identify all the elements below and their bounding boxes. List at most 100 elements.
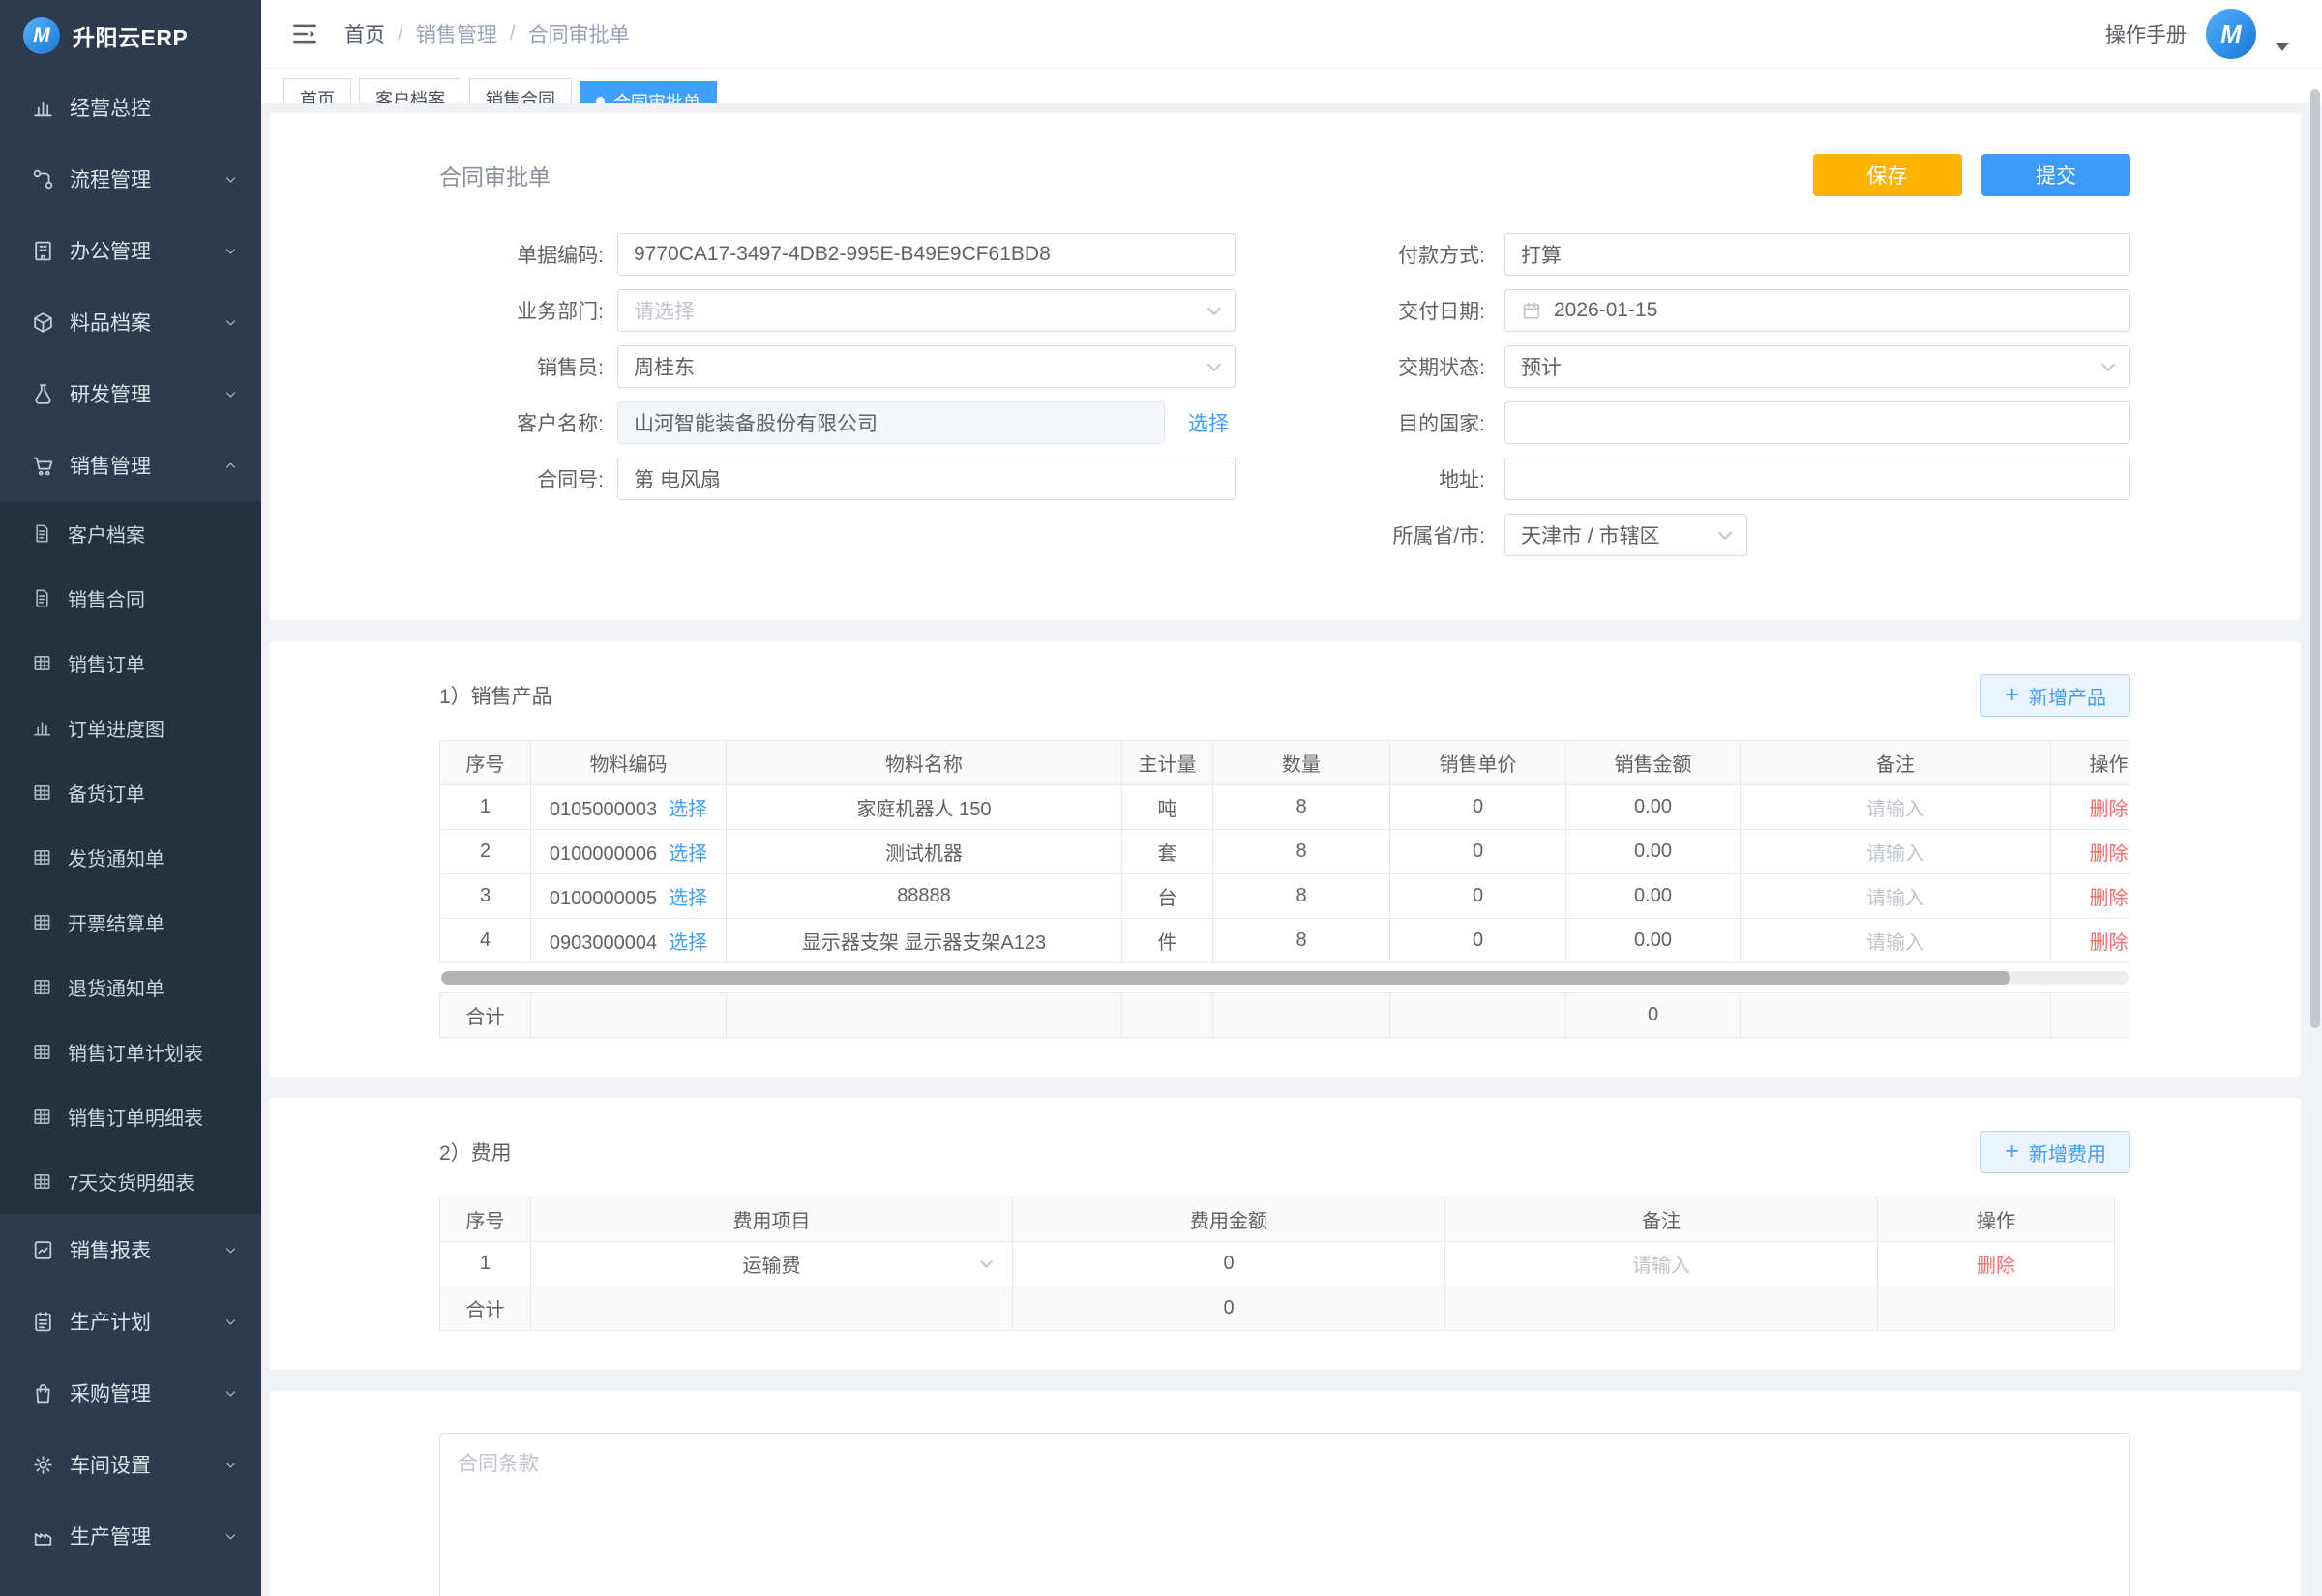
breadcrumb-item[interactable]: 销售管理 bbox=[416, 19, 497, 48]
tab-customer-files[interactable]: 客户档案 bbox=[359, 78, 461, 103]
select-material-link[interactable]: 选择 bbox=[669, 799, 707, 820]
product-col-header: 销售金额 bbox=[1566, 741, 1741, 785]
chevron-down-icon bbox=[2101, 358, 2115, 371]
sidebar-item-sales-order[interactable]: 销售订单 bbox=[0, 631, 261, 695]
sidebar-item-rnd[interactable]: 研发管理 bbox=[0, 358, 261, 429]
delete-row-link[interactable]: 删除 bbox=[2090, 799, 2128, 820]
tab-contract-approval[interactable]: 合同审批单 bbox=[580, 81, 717, 104]
cell-qty[interactable]: 8 bbox=[1213, 874, 1390, 919]
cell-note[interactable]: 请输入 bbox=[1741, 919, 2051, 963]
sidebar-item-label: 流程管理 bbox=[70, 164, 207, 193]
cell-qty[interactable]: 8 bbox=[1213, 830, 1390, 874]
cell-qty[interactable]: 8 bbox=[1213, 919, 1390, 963]
select-material-link[interactable]: 选择 bbox=[669, 843, 707, 865]
sidebar-item-office[interactable]: 办公管理 bbox=[0, 215, 261, 286]
product-col-header: 序号 bbox=[440, 741, 531, 785]
delivery-status-select[interactable]: 预计 bbox=[1504, 345, 2130, 388]
cell-note[interactable]: 请输入 bbox=[1741, 874, 2051, 919]
destination-country-input[interactable] bbox=[1504, 401, 2130, 444]
sidebar-item-warehouse[interactable]: 仓库管理 bbox=[0, 1572, 261, 1596]
manual-link[interactable]: 操作手册 bbox=[2105, 19, 2187, 48]
grid-icon bbox=[31, 1170, 53, 1193]
field-department: 业务部门: 请选择 bbox=[439, 289, 1236, 332]
contract-no-input[interactable] bbox=[617, 458, 1236, 500]
sidebar-item-sales-order-detail[interactable]: 销售订单明细表 bbox=[0, 1084, 261, 1149]
add-product-button[interactable]: + 新增产品 bbox=[1980, 674, 2130, 717]
delete-row-link[interactable]: 删除 bbox=[2090, 843, 2128, 865]
cell-qty[interactable]: 8 bbox=[1213, 785, 1390, 830]
select-material-link[interactable]: 选择 bbox=[669, 888, 707, 909]
horizontal-scrollbar[interactable] bbox=[441, 971, 2128, 985]
menu-collapse-icon[interactable] bbox=[290, 19, 319, 48]
cell-material-code: 0100000006选择 bbox=[531, 830, 727, 874]
sidebar-item-sales[interactable]: 销售管理 bbox=[0, 429, 261, 501]
cell-note[interactable]: 请输入 bbox=[1741, 830, 2051, 874]
sidebar-item-order-progress[interactable]: 订单进度图 bbox=[0, 695, 261, 760]
sidebar-item-sales-report[interactable]: 销售报表 bbox=[0, 1214, 261, 1286]
delete-row-link[interactable]: 删除 bbox=[2090, 888, 2128, 909]
add-fee-button[interactable]: + 新增费用 bbox=[1980, 1131, 2130, 1173]
fee-col-header: 序号 bbox=[440, 1197, 531, 1242]
select-material-link[interactable]: 选择 bbox=[669, 932, 707, 954]
sidebar-item-materials[interactable]: 料品档案 bbox=[0, 286, 261, 358]
submit-button[interactable]: 提交 bbox=[1981, 154, 2130, 196]
total-amount: 0 bbox=[1013, 1286, 1445, 1331]
choose-customer-link[interactable]: 选择 bbox=[1188, 408, 1229, 437]
chevron-up-icon bbox=[222, 457, 240, 475]
sidebar-item-return-notice[interactable]: 退货通知单 bbox=[0, 955, 261, 1020]
save-button[interactable]: 保存 bbox=[1813, 154, 1962, 196]
cell-note[interactable]: 请输入 bbox=[1445, 1242, 1878, 1286]
cell-note[interactable]: 请输入 bbox=[1741, 785, 2051, 830]
sidebar-item-stock-prep-order[interactable]: 备货订单 bbox=[0, 760, 261, 825]
cell-amount: 0.00 bbox=[1566, 785, 1741, 830]
sidebar-item-delivery-notice[interactable]: 发货通知单 bbox=[0, 825, 261, 890]
tab-home[interactable]: 首页 bbox=[283, 78, 351, 103]
sidebar-item-process[interactable]: 流程管理 bbox=[0, 143, 261, 215]
delete-row-link[interactable]: 删除 bbox=[2090, 932, 2128, 954]
sidebar-item-sales-order-plan[interactable]: 销售订单计划表 bbox=[0, 1020, 261, 1084]
cell-no: 1 bbox=[440, 785, 531, 830]
address-input[interactable] bbox=[1504, 458, 2130, 500]
cell-actions: 删除 bbox=[2051, 874, 2131, 919]
cell-price[interactable]: 0 bbox=[1390, 919, 1566, 963]
sidebar-item-dashboard[interactable]: 经营总控 bbox=[0, 72, 261, 143]
doc-code-input[interactable] bbox=[617, 233, 1236, 276]
payment-method-input[interactable] bbox=[1504, 233, 2130, 276]
delivery-date-input[interactable]: 2026-01-15 bbox=[1504, 289, 2130, 332]
sidebar-item-production-plan[interactable]: 生产计划 bbox=[0, 1286, 261, 1357]
sidebar-item-workshop-setup[interactable]: 车间设置 bbox=[0, 1429, 261, 1500]
cell-unit: 套 bbox=[1122, 830, 1213, 874]
scrollbar-thumb[interactable] bbox=[2310, 89, 2320, 1028]
vertical-scrollbar[interactable] bbox=[2308, 0, 2320, 1596]
delete-row-link[interactable]: 删除 bbox=[1977, 1256, 2015, 1277]
cell-fee-amount[interactable]: 0 bbox=[1013, 1242, 1445, 1286]
department-select[interactable]: 请选择 bbox=[617, 289, 1236, 332]
province-select[interactable]: 天津市 / 市辖区 bbox=[1504, 514, 1747, 556]
sidebar-item-seven-day-delivery[interactable]: 7天交货明细表 bbox=[0, 1149, 261, 1214]
grid-icon bbox=[31, 652, 53, 674]
cell-material-code: 0903000004选择 bbox=[531, 919, 727, 963]
sidebar-item-sales-contract[interactable]: 销售合同 bbox=[0, 566, 261, 631]
dropdown-caret-icon[interactable] bbox=[2276, 43, 2289, 51]
field-label: 地址: bbox=[1340, 464, 1485, 493]
app-title: 升阳云ERP bbox=[73, 19, 188, 52]
contract-terms-textarea[interactable] bbox=[439, 1433, 2130, 1596]
sidebar-item-label: 销售订单明细表 bbox=[68, 1103, 240, 1131]
active-tab-dot bbox=[596, 97, 605, 103]
sidebar-item-invoice-settlement[interactable]: 开票结算单 bbox=[0, 890, 261, 955]
scrollbar-thumb[interactable] bbox=[441, 971, 2010, 985]
cell-price[interactable]: 0 bbox=[1390, 830, 1566, 874]
salesperson-select[interactable]: 周桂东 bbox=[617, 345, 1236, 388]
tab-sales-contract[interactable]: 销售合同 bbox=[469, 78, 572, 103]
breadcrumb-item[interactable]: 首页 bbox=[344, 19, 385, 48]
sidebar-item-purchase[interactable]: 采购管理 bbox=[0, 1357, 261, 1429]
fee-col-header: 费用项目 bbox=[531, 1197, 1013, 1242]
product-col-header: 物料编码 bbox=[531, 741, 727, 785]
sidebar-item-production[interactable]: 生产管理 bbox=[0, 1500, 261, 1572]
cell-price[interactable]: 0 bbox=[1390, 785, 1566, 830]
sidebar-item-customer-files[interactable]: 客户档案 bbox=[0, 501, 261, 566]
avatar[interactable]: M bbox=[2206, 9, 2256, 59]
fee-item-select[interactable]: 运输费 bbox=[539, 1250, 1004, 1278]
chevron-down-icon bbox=[222, 1241, 240, 1259]
cell-price[interactable]: 0 bbox=[1390, 874, 1566, 919]
